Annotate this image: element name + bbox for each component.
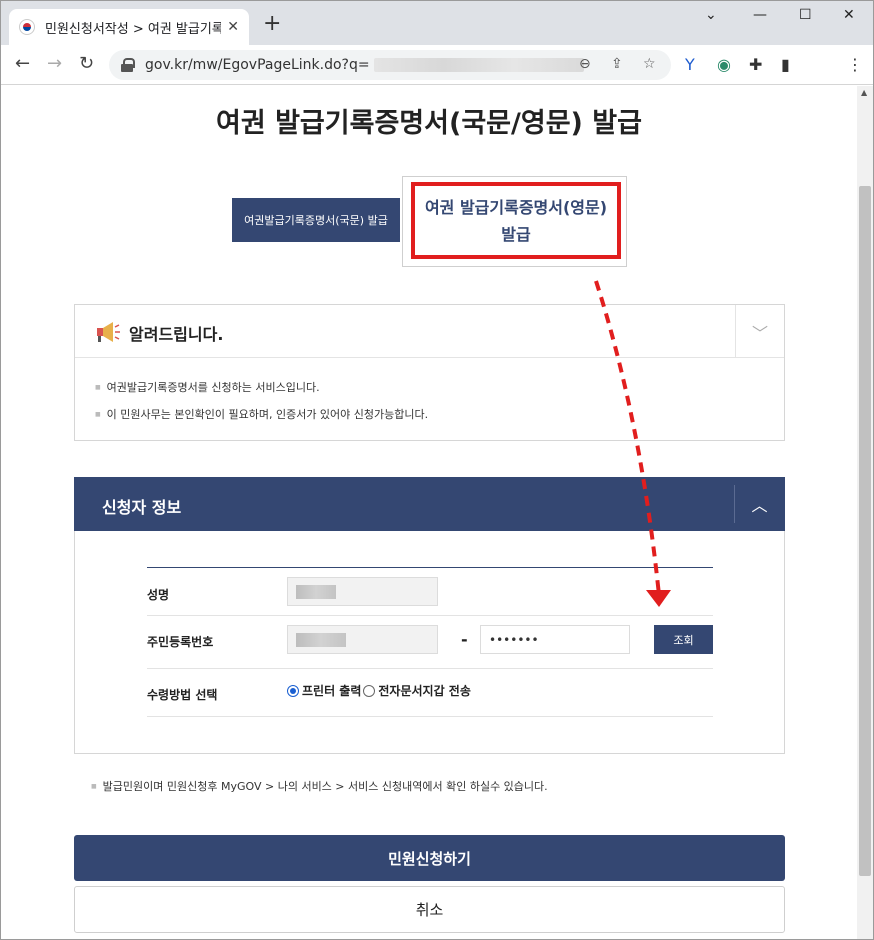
- close-window-icon[interactable]: ✕: [843, 7, 855, 23]
- chevron-down-icon[interactable]: ﹀: [735, 305, 784, 358]
- name-label: 성명: [147, 588, 170, 602]
- footnote: 발급민원이며 민원신청후 MyGOV > 나의 서비스 > 서비스 신청내역에서…: [91, 778, 548, 794]
- radio-e-wallet-label[interactable]: 전자문서지갑 전송: [378, 682, 471, 699]
- radio-e-wallet[interactable]: [363, 684, 376, 697]
- applicant-title: 신청자 정보: [102, 498, 182, 517]
- receive-method-options: 프린터 출력 전자문서지갑 전송: [287, 682, 471, 699]
- zoom-icon[interactable]: ⊖: [579, 56, 591, 72]
- rrn-label: 주민등록번호: [147, 635, 214, 649]
- extension-globe-icon[interactable]: ◉: [717, 55, 731, 74]
- reload-icon[interactable]: ↻: [79, 54, 94, 74]
- form-divider: [147, 615, 713, 616]
- browser-tab-title: 민원신청서작성 > 여권 발급기록: [45, 21, 222, 37]
- name-redacted-block: [296, 584, 336, 599]
- extension-v-icon[interactable]: Y: [685, 55, 695, 74]
- receive-method-label: 수령방법 선택: [147, 688, 218, 702]
- url-redacted-block: [373, 58, 584, 72]
- address-url: gov.kr/mw/EgovPageLink.do?q=: [145, 57, 370, 73]
- scrollbar-thumb[interactable]: [859, 186, 871, 876]
- browser-tab[interactable]: 민원신청서작성 > 여권 발급기록 ✕: [9, 9, 249, 45]
- browser-tab-bar: 민원신청서작성 > 여권 발급기록 ✕ + ⌄ — ☐ ✕: [1, 1, 873, 45]
- tab-korean-certificate[interactable]: 여권발급기록증명서(국문) 발급: [232, 198, 400, 242]
- applicant-header[interactable]: 신청자 정보 ︿: [74, 477, 785, 531]
- new-tab-icon[interactable]: +: [263, 13, 281, 35]
- maximize-icon[interactable]: ☐: [799, 7, 812, 23]
- cancel-button[interactable]: 취소: [74, 886, 785, 933]
- page-scrollbar[interactable]: ▲: [857, 86, 873, 939]
- lookup-button[interactable]: 조회: [654, 625, 713, 654]
- tab-english-certificate[interactable]: 여권 발급기록증명서(영문) 발급: [411, 182, 621, 259]
- form-divider: [147, 716, 713, 717]
- lock-icon: [121, 58, 135, 72]
- menu-kebab-icon[interactable]: ⋮: [847, 55, 863, 74]
- form-divider: [147, 668, 713, 669]
- annotation-arrow: [594, 280, 671, 607]
- rrn-back-field[interactable]: •••••••: [480, 625, 630, 654]
- gov-favicon-icon: [19, 19, 35, 35]
- address-bar[interactable]: gov.kr/mw/EgovPageLink.do?q= ⊖ ⇪ ☆: [109, 50, 671, 80]
- scroll-up-icon[interactable]: ▲: [861, 88, 867, 97]
- notice-item: 이 민원사무는 본인확인이 필요하며, 인증서가 있어야 신청가능합니다.: [95, 406, 428, 422]
- close-tab-icon[interactable]: ✕: [227, 19, 239, 35]
- applicant-info-panel: 신청자 정보 ︿ 성명 주민등록번호 - ••••••• 조회 수령방법 선택 …: [74, 477, 785, 754]
- radio-printer-label[interactable]: 프린터 출력: [302, 682, 361, 699]
- notice-item: 여권발급기록증명서를 신청하는 서비스입니다.: [95, 379, 320, 395]
- tab-search-chevron-icon[interactable]: ⌄: [705, 7, 717, 23]
- chevron-up-icon[interactable]: ︿: [734, 485, 784, 523]
- notice-panel: 알려드립니다. ﹀ 여권발급기록증명서를 신청하는 서비스입니다. 이 민원사무…: [74, 304, 785, 441]
- form-top-divider: [147, 567, 713, 568]
- page-title: 여권 발급기록증명서(국문/영문) 발급: [216, 108, 642, 139]
- submit-application-button[interactable]: 민원신청하기: [74, 835, 785, 881]
- side-panel-icon[interactable]: ▮: [781, 55, 790, 74]
- browser-toolbar: ← → ↻ gov.kr/mw/EgovPageLink.do?q= ⊖ ⇪ ☆…: [1, 45, 873, 85]
- notice-header[interactable]: 알려드립니다. ﹀: [75, 305, 784, 358]
- rrn-redacted-block: [296, 632, 346, 647]
- minimize-icon[interactable]: —: [753, 7, 767, 23]
- bookmark-star-icon[interactable]: ☆: [643, 56, 656, 72]
- rrn-front-field[interactable]: [287, 625, 438, 654]
- forward-arrow-icon[interactable]: →: [47, 54, 62, 74]
- notice-title: 알려드립니다.: [129, 325, 224, 344]
- extensions-puzzle-icon[interactable]: ✚: [749, 55, 762, 74]
- radio-printer[interactable]: [287, 684, 299, 697]
- megaphone-icon: [97, 322, 120, 342]
- back-arrow-icon[interactable]: ←: [15, 54, 30, 74]
- name-field[interactable]: [287, 577, 438, 606]
- rrn-dash: -: [461, 630, 468, 649]
- share-icon[interactable]: ⇪: [611, 56, 623, 72]
